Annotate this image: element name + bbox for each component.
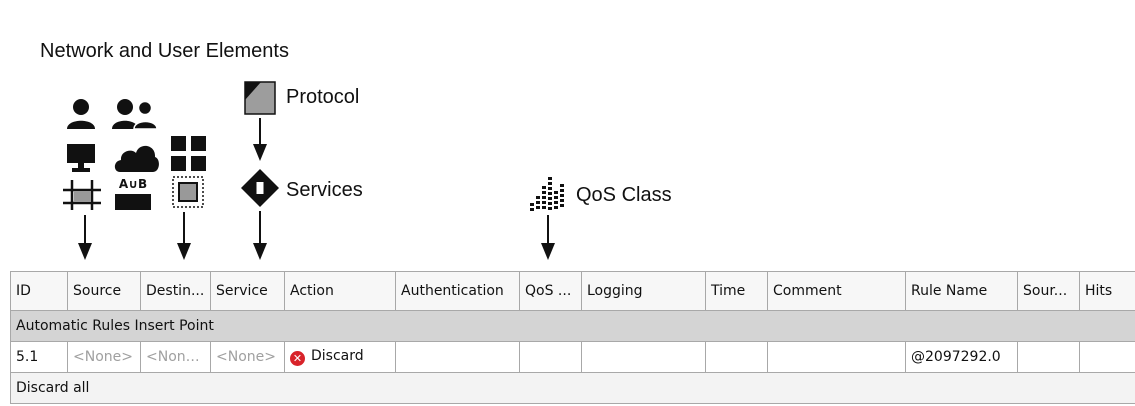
- column-header-id[interactable]: ID: [10, 271, 68, 311]
- rule-source-cell[interactable]: <None>: [67, 341, 141, 373]
- column-header-rule-name[interactable]: Rule Name: [905, 271, 1018, 311]
- rule-action-label: Discard: [311, 348, 364, 364]
- rule-hits-cell[interactable]: [1079, 341, 1135, 373]
- column-header-source[interactable]: Source: [67, 271, 141, 311]
- footer-text: Discard all: [10, 372, 1135, 404]
- column-header-time[interactable]: Time: [705, 271, 768, 311]
- column-header-authentication[interactable]: Authentication: [395, 271, 520, 311]
- rule-id-cell[interactable]: 5.1: [10, 341, 68, 373]
- rule-source-2-cell[interactable]: [1017, 341, 1080, 373]
- rule-time-cell[interactable]: [705, 341, 768, 373]
- footer-row[interactable]: Discard all: [10, 372, 1135, 404]
- column-header-destination[interactable]: Destin...: [140, 271, 211, 311]
- section-row[interactable]: Automatic Rules Insert Point: [10, 310, 1135, 342]
- column-header-logging[interactable]: Logging: [581, 271, 706, 311]
- table-row[interactable]: 5.1 <None> <None> <None> ✕ Discard @20972…: [10, 341, 1135, 373]
- rule-service-cell[interactable]: <None>: [210, 341, 285, 373]
- concept-diagram: Network and User Elements Protocol Servi…: [0, 0, 1135, 270]
- discard-icon: ✕: [290, 351, 305, 366]
- rule-comment-cell[interactable]: [767, 341, 906, 373]
- rule-qos-cell[interactable]: [519, 341, 582, 373]
- column-header-qos[interactable]: QoS ...: [519, 271, 582, 311]
- column-header-action[interactable]: Action: [284, 271, 396, 311]
- rule-logging-cell[interactable]: [581, 341, 706, 373]
- rule-destination-cell[interactable]: <None>: [140, 341, 211, 373]
- column-header-service[interactable]: Service: [210, 271, 285, 311]
- arrow-layer: [78, 118, 555, 260]
- rule-authentication-cell[interactable]: [395, 341, 520, 373]
- rule-action-cell[interactable]: ✕ Discard: [284, 341, 396, 373]
- column-header-hits[interactable]: Hits: [1079, 271, 1135, 311]
- column-header-source-2[interactable]: Sour...: [1017, 271, 1080, 311]
- rulebase-table: ID Source Destin... Service Action Authe…: [10, 271, 1135, 404]
- table-header-row: ID Source Destin... Service Action Authe…: [10, 271, 1135, 311]
- rule-name-cell[interactable]: @2097292.0: [905, 341, 1018, 373]
- column-header-comment[interactable]: Comment: [767, 271, 906, 311]
- section-title: Automatic Rules Insert Point: [10, 310, 1135, 342]
